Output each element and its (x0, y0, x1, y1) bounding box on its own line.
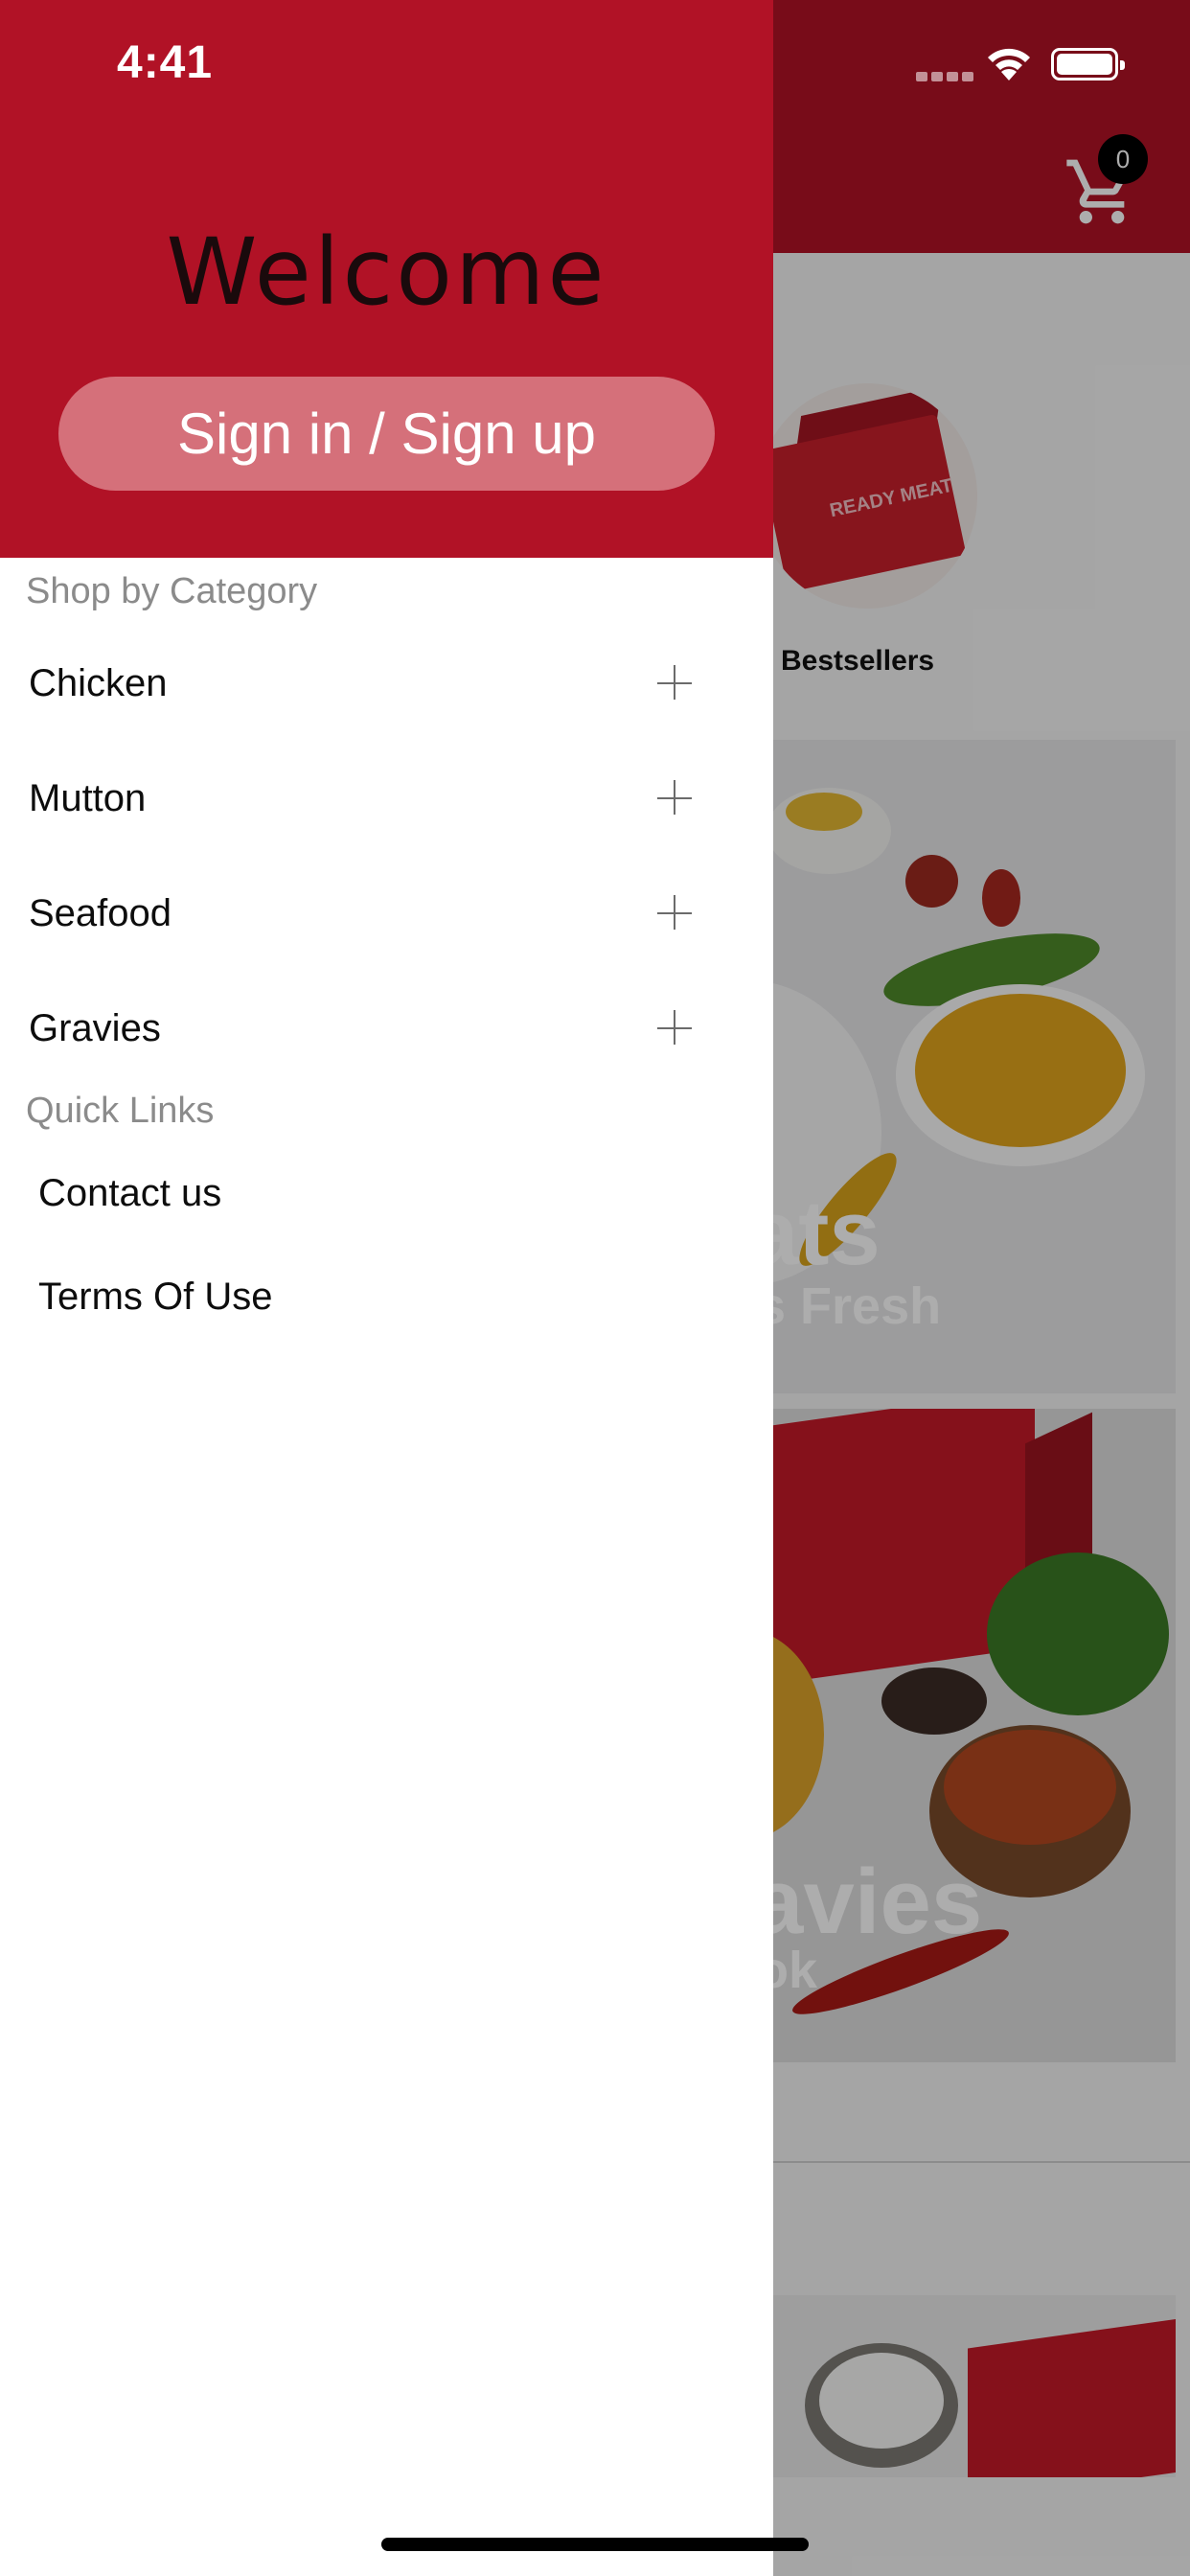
welcome-title: Welcome (166, 218, 607, 326)
plus-icon[interactable] (657, 779, 696, 817)
link-label: Terms Of Use (38, 1276, 273, 1318)
plus-icon[interactable] (657, 1009, 696, 1047)
category-label: Seafood (29, 892, 172, 934)
signal-dot (931, 72, 943, 81)
category-item-seafood[interactable]: Seafood (0, 865, 728, 961)
home-indicator[interactable] (381, 2538, 809, 2551)
signal-dot (947, 72, 958, 81)
category-item-gravies[interactable]: Gravies (0, 980, 728, 1076)
category-label: Gravies (29, 1007, 161, 1049)
plus-icon[interactable] (657, 664, 696, 702)
status-time: 4:41 (117, 37, 214, 88)
category-label: Mutton (29, 777, 147, 819)
category-item-mutton[interactable]: Mutton (0, 750, 728, 846)
category-label: Chicken (29, 662, 168, 704)
battery-fill (1057, 54, 1112, 75)
sign-in-button[interactable]: Sign in / Sign up (58, 377, 715, 491)
wifi-icon (982, 44, 1036, 87)
link-label: Contact us (38, 1172, 222, 1214)
plus-icon[interactable] (657, 894, 696, 932)
link-terms-of-use[interactable]: Terms Of Use (0, 1256, 671, 1343)
battery-nub (1120, 60, 1125, 70)
battery-icon (1051, 48, 1125, 80)
signal-dot (916, 72, 927, 81)
category-section-heading: Shop by Category (26, 571, 318, 611)
link-contact-us[interactable]: Contact us (0, 1153, 671, 1239)
side-drawer: Welcome Sign in / Sign up Shop by Catego… (0, 0, 773, 2576)
quick-links-heading: Quick Links (26, 1091, 215, 1131)
signal-dot (962, 72, 973, 81)
category-item-chicken[interactable]: Chicken (0, 635, 728, 731)
